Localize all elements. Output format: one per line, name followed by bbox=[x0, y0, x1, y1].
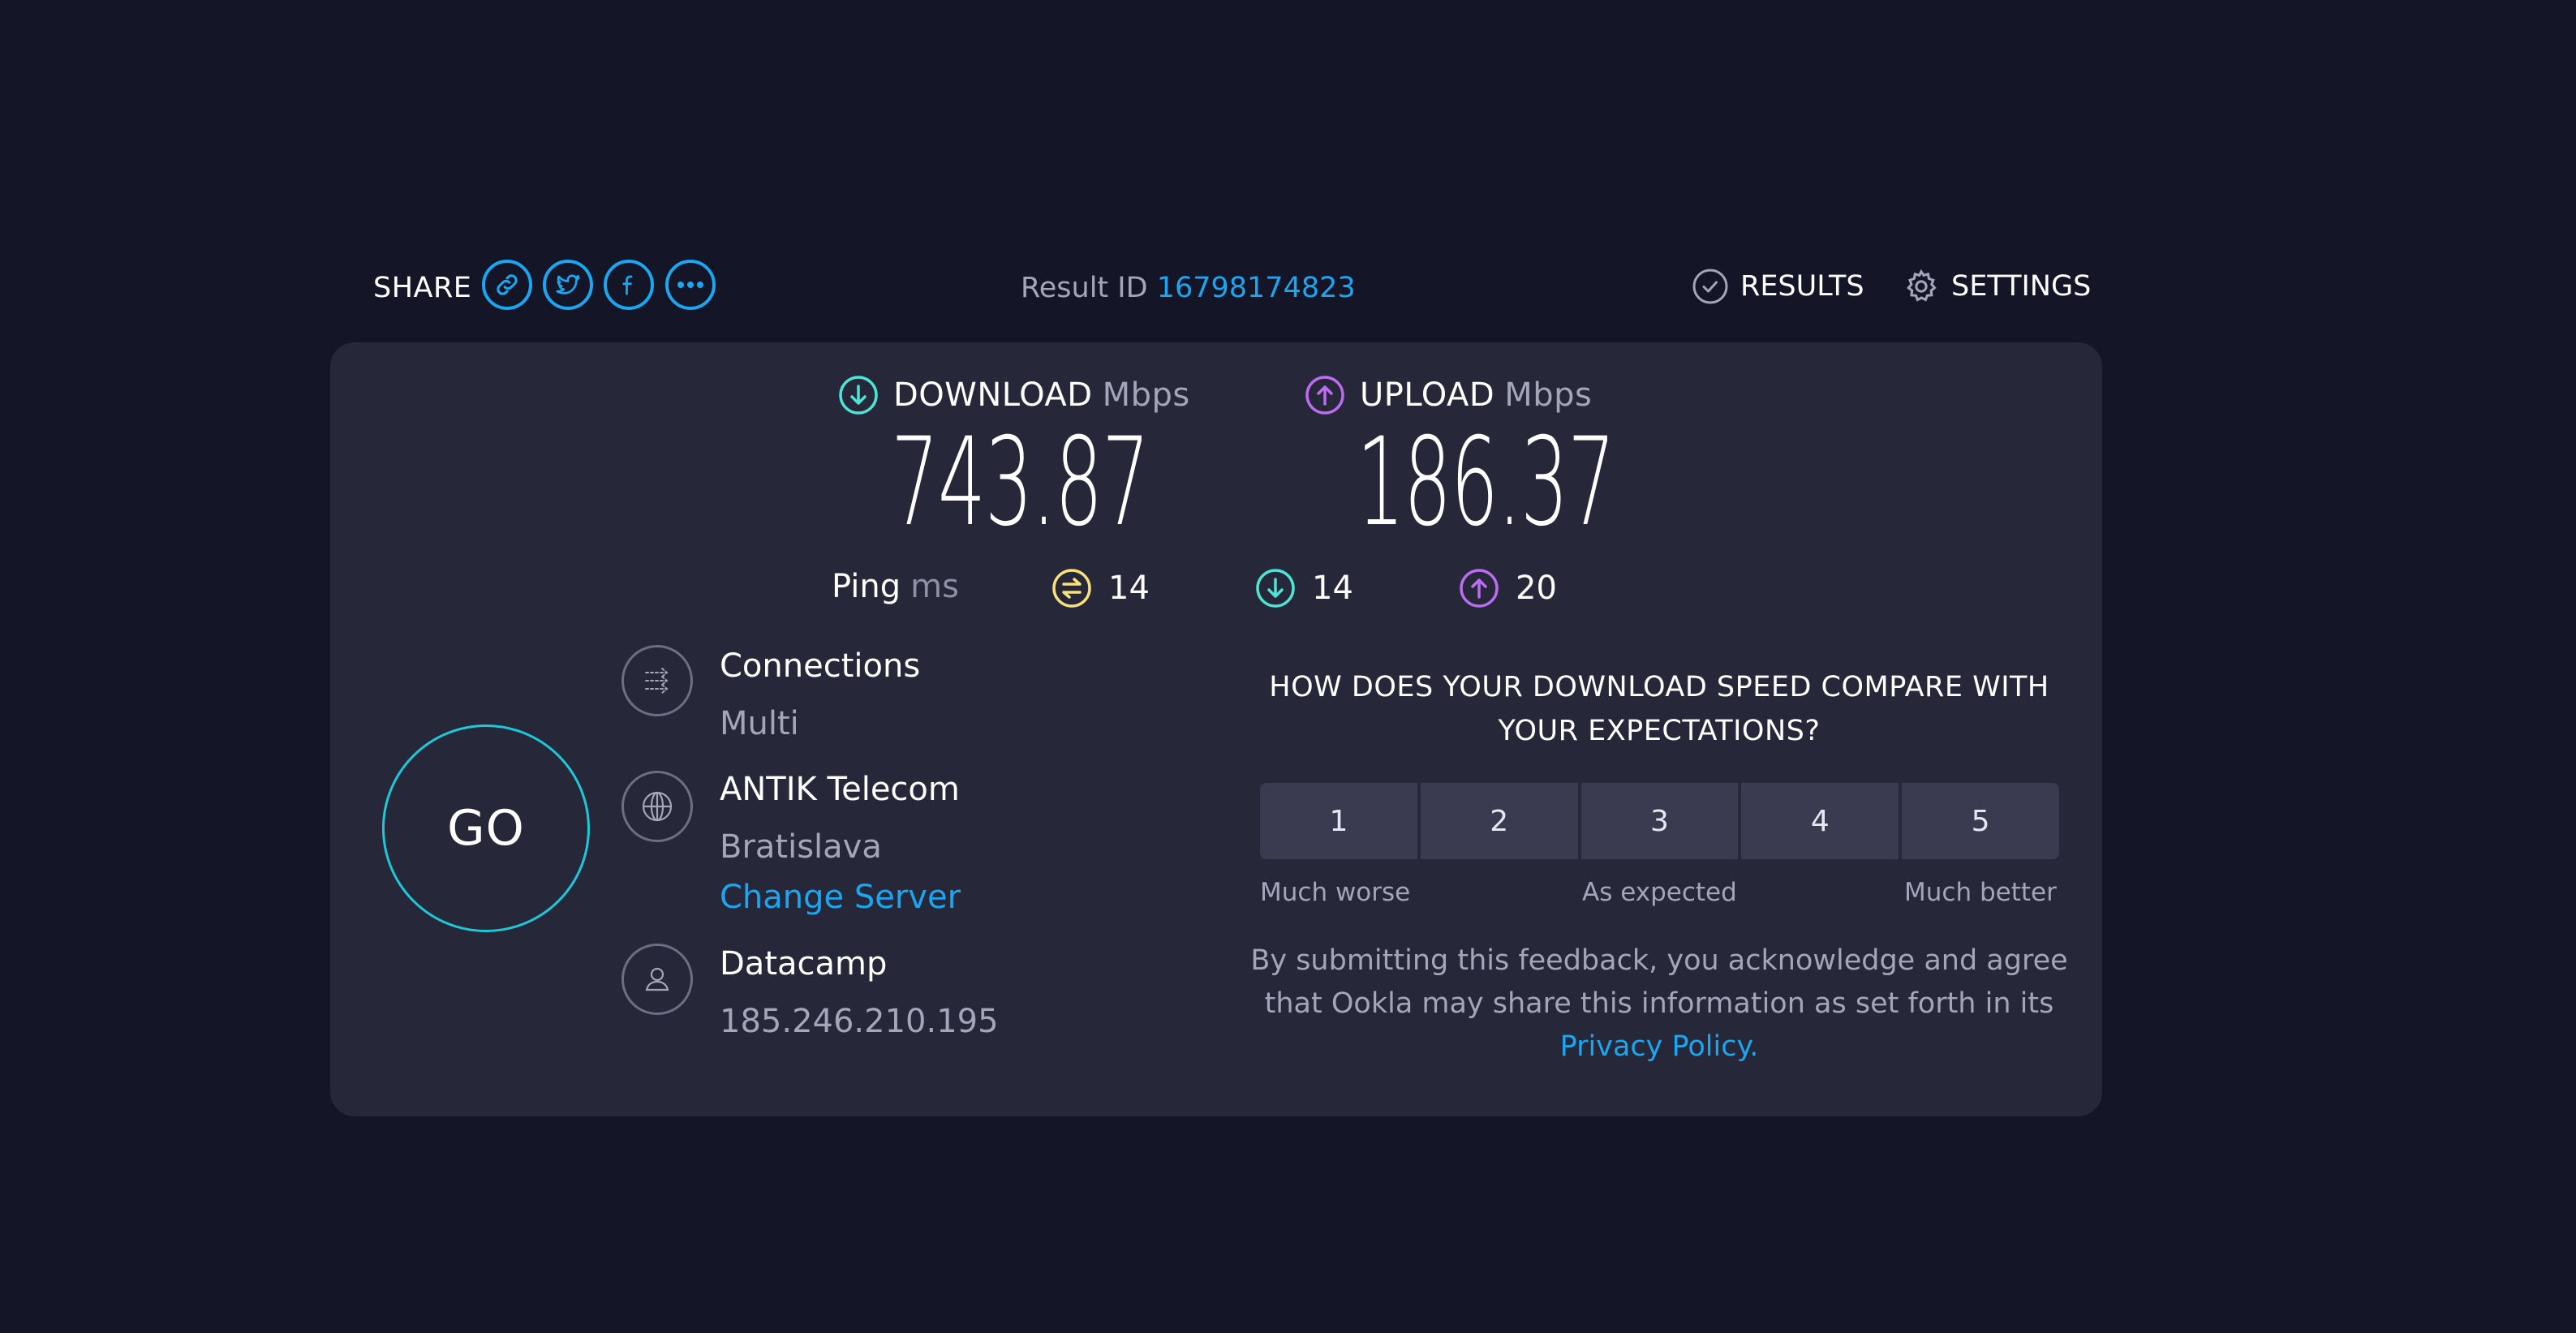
host-name: Datacamp bbox=[720, 945, 888, 983]
upload-speed-value: 186.37 bbox=[1357, 412, 1615, 553]
upload-label: UPLOAD bbox=[1360, 376, 1495, 414]
download-header: DOWNLOAD Mbps bbox=[838, 375, 1190, 415]
survey-question-line1: HOW DOES YOUR DOWNLOAD SPEED COMPARE WIT… bbox=[1269, 671, 2049, 703]
rating-row: 1 2 3 4 5 bbox=[1260, 783, 2059, 859]
share-link-button[interactable] bbox=[482, 260, 532, 310]
scale-high-label: Much better bbox=[1904, 878, 2057, 907]
ping-label: Ping ms bbox=[832, 568, 959, 605]
ping-idle: 14 bbox=[1051, 568, 1150, 608]
connections-value: Multi bbox=[720, 705, 799, 742]
twitter-icon bbox=[556, 274, 580, 295]
check-circle-icon bbox=[1692, 269, 1728, 304]
download-speed-value: 743.87 bbox=[891, 412, 1150, 553]
download-latency-icon bbox=[1256, 569, 1295, 608]
disclaimer-line2: that Ookla may share this information as… bbox=[1264, 987, 2054, 1020]
rating-option-5[interactable]: 5 bbox=[1902, 783, 2059, 859]
rating-option-3[interactable]: 3 bbox=[1580, 783, 1739, 859]
ping-unit: ms bbox=[910, 568, 959, 605]
idle-latency-icon bbox=[1052, 569, 1091, 608]
settings-label: SETTINGS bbox=[1951, 270, 2092, 303]
server-location: Bratislava bbox=[720, 828, 882, 866]
more-icon bbox=[677, 282, 703, 288]
connections-icon-wrap bbox=[621, 645, 693, 716]
host-ip: 185.246.210.195 bbox=[720, 1003, 999, 1040]
rating-option-2[interactable]: 2 bbox=[1420, 783, 1578, 859]
result-id: Result ID 16798174823 bbox=[1021, 272, 1356, 304]
survey-question-line2: YOUR EXPECTATIONS? bbox=[1498, 715, 1821, 747]
change-server-link[interactable]: Change Server bbox=[720, 879, 961, 916]
connections-icon bbox=[645, 668, 669, 694]
scale-mid-label: As expected bbox=[1582, 878, 1737, 907]
scale-low-label: Much worse bbox=[1260, 878, 1411, 907]
connections-title: Connections bbox=[720, 647, 921, 685]
share-twitter-button[interactable] bbox=[543, 260, 593, 310]
rating-option-4[interactable]: 4 bbox=[1741, 783, 1899, 859]
link-icon bbox=[497, 274, 518, 295]
server-name: ANTIK Telecom bbox=[720, 771, 960, 808]
globe-icon bbox=[642, 791, 673, 822]
go-label: GO bbox=[447, 800, 525, 857]
ping-upload-value: 20 bbox=[1516, 570, 1557, 607]
share-more-button[interactable] bbox=[665, 260, 716, 310]
privacy-policy-link[interactable]: Privacy Policy. bbox=[1560, 1030, 1759, 1063]
server-icon-wrap bbox=[621, 771, 693, 842]
share-label: SHARE bbox=[373, 272, 472, 304]
ping-download-value: 14 bbox=[1312, 570, 1353, 607]
upload-unit: Mbps bbox=[1504, 376, 1593, 414]
settings-button[interactable]: SETTINGS bbox=[1903, 268, 2091, 305]
download-label: DOWNLOAD bbox=[893, 376, 1093, 414]
result-id-label: Result ID bbox=[1021, 272, 1148, 304]
results-button[interactable]: RESULTS bbox=[1692, 268, 1864, 305]
upload-arrow-icon bbox=[1305, 376, 1344, 415]
gear-icon bbox=[1907, 269, 1937, 302]
host-icon-wrap bbox=[621, 944, 693, 1015]
rating-option-1[interactable]: 1 bbox=[1260, 783, 1417, 859]
ping-text: Ping bbox=[832, 568, 901, 605]
share-facebook-button[interactable] bbox=[604, 260, 654, 310]
go-button[interactable]: GO bbox=[382, 725, 590, 932]
result-id-value[interactable]: 16798174823 bbox=[1157, 272, 1356, 304]
feedback-disclaimer: By submitting this feedback, you acknowl… bbox=[1249, 940, 2069, 1069]
download-arrow-icon bbox=[839, 376, 878, 415]
results-label: RESULTS bbox=[1740, 270, 1864, 303]
facebook-icon bbox=[622, 275, 633, 295]
disclaimer-line1: By submitting this feedback, you acknowl… bbox=[1250, 944, 2068, 977]
upload-latency-icon bbox=[1460, 569, 1499, 608]
survey-question: HOW DOES YOUR DOWNLOAD SPEED COMPARE WIT… bbox=[1249, 665, 2069, 753]
user-icon bbox=[645, 967, 669, 991]
download-unit: Mbps bbox=[1102, 376, 1190, 414]
ping-download: 14 bbox=[1255, 568, 1353, 608]
upload-header: UPLOAD Mbps bbox=[1305, 375, 1592, 415]
ping-upload: 20 bbox=[1459, 568, 1557, 608]
ping-idle-value: 14 bbox=[1108, 570, 1150, 607]
